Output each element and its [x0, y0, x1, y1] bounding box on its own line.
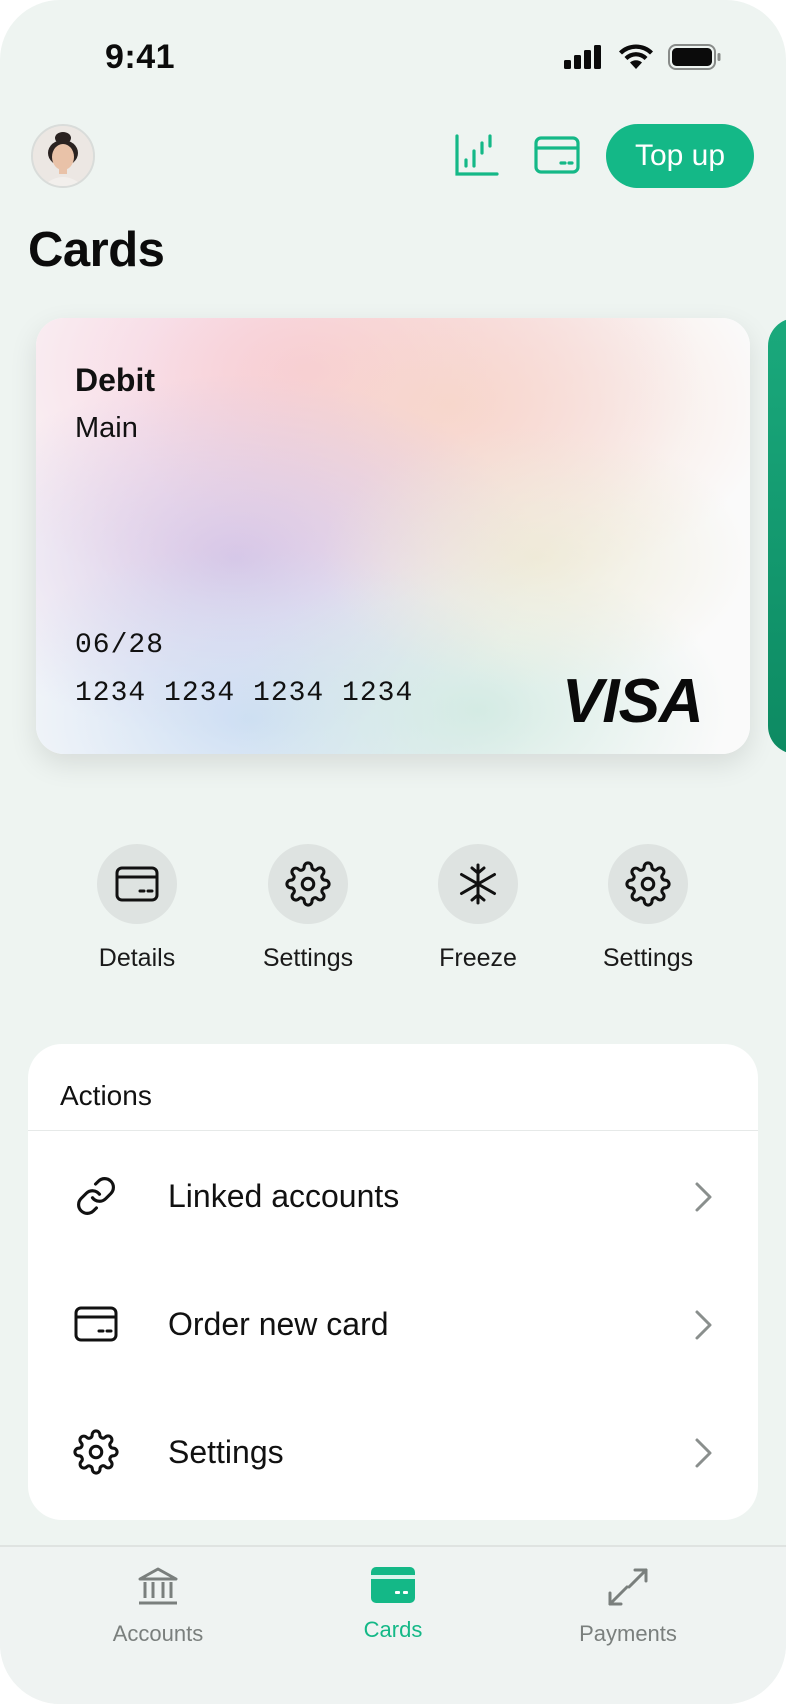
visa-logo: VISA [562, 667, 704, 736]
settings-action-2[interactable]: Settings [558, 844, 738, 973]
card-name: Main [75, 412, 138, 444]
details-action[interactable]: Details [47, 844, 227, 973]
settings-action-circle [268, 844, 348, 924]
next-card-peek[interactable] [768, 318, 786, 754]
link-icon [72, 1172, 120, 1220]
actions-panel-title: Actions [60, 1080, 152, 1111]
freeze-action-label: Freeze [439, 944, 517, 972]
card-icon [371, 1567, 415, 1603]
chevron-right-icon [695, 1182, 712, 1212]
tab-payments[interactable]: Payments [528, 1565, 728, 1647]
chevron-right-icon [695, 1438, 712, 1468]
tab-cards-label: Cards [363, 1617, 423, 1642]
phone-screen: 9:41 Top up Cards Debit Main 06/28 1234 … [0, 0, 786, 1704]
gear-icon [72, 1428, 120, 1476]
settings-row[interactable]: Settings [28, 1388, 758, 1516]
bank-icon [138, 1567, 178, 1605]
card-icon [115, 866, 159, 902]
settings-action-label: Settings [262, 944, 354, 972]
top-up-button[interactable]: Top up [606, 124, 754, 188]
settings-action[interactable]: Settings [218, 844, 398, 973]
tab-payments-label: Payments [579, 1621, 677, 1646]
battery-icon [668, 44, 721, 70]
details-action-circle [97, 844, 177, 924]
freeze-action[interactable]: Freeze [388, 844, 568, 973]
wifi-icon [619, 44, 653, 69]
order-new-card-label: Order new card [168, 1306, 389, 1342]
transfer-icon [608, 1568, 648, 1606]
gear-icon [285, 861, 331, 907]
linked-accounts-row[interactable]: Linked accounts [28, 1132, 758, 1260]
avatar-portrait-icon [33, 126, 93, 186]
settings-label: Settings [168, 1434, 284, 1470]
status-icons [564, 44, 722, 70]
card-quick-actions: Details Settings Freeze Settings [0, 844, 786, 974]
settings-action-2-label: Settings [602, 944, 694, 972]
debit-card[interactable]: Debit Main 06/28 1234 1234 1234 1234 VIS… [36, 318, 750, 754]
tab-accounts[interactable]: Accounts [58, 1565, 258, 1647]
avatar[interactable] [31, 124, 95, 188]
linked-accounts-label: Linked accounts [168, 1178, 400, 1214]
chevron-right-icon [695, 1310, 712, 1340]
card-icon [72, 1300, 120, 1348]
snowflake-icon [460, 863, 496, 905]
card-number: 1234 1234 1234 1234 [75, 678, 414, 709]
page-title: Cards [28, 223, 165, 277]
status-bar: 9:41 [0, 0, 786, 110]
freeze-action-circle [438, 844, 518, 924]
tab-bar: Accounts Cards Payments [0, 1545, 786, 1704]
status-time: 9:41 [105, 38, 176, 76]
signal-icon [564, 45, 601, 69]
actions-panel: Actions Linked accounts Order new card S… [28, 1044, 758, 1520]
card-expiry: 06/28 [75, 630, 165, 661]
card-icon[interactable] [532, 130, 582, 180]
order-new-card-row[interactable]: Order new card [28, 1260, 758, 1388]
settings-action-2-circle [608, 844, 688, 924]
gear-icon [625, 861, 671, 907]
details-action-label: Details [98, 944, 176, 972]
tab-accounts-label: Accounts [112, 1621, 204, 1646]
tab-cards[interactable]: Cards [293, 1565, 493, 1643]
card-type: Debit [75, 362, 155, 398]
divider [28, 1130, 758, 1131]
analytics-icon[interactable] [452, 130, 502, 180]
